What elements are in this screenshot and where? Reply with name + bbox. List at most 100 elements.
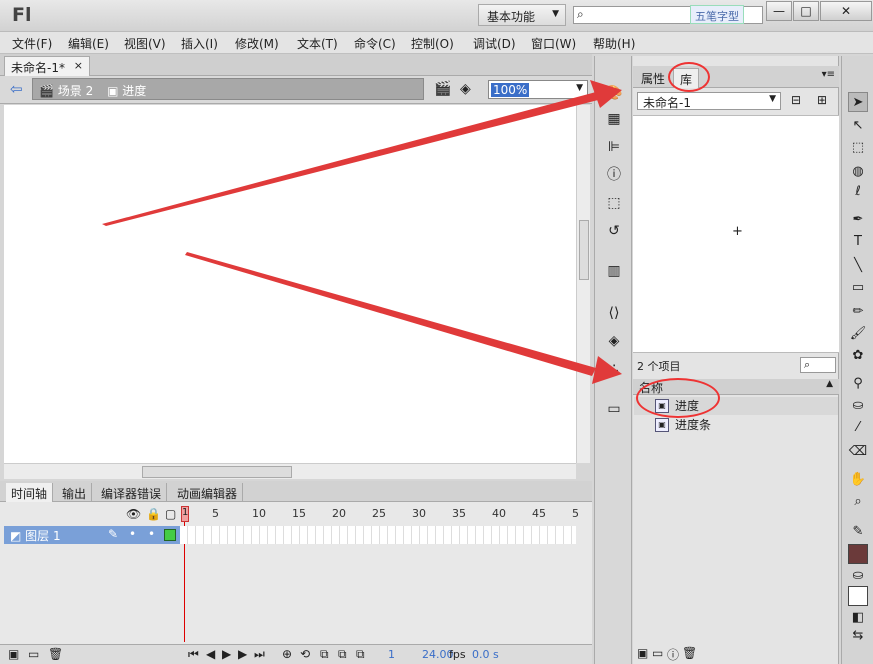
color-palette-icon[interactable]: 🎨 [605,84,623,102]
selection-tool-icon[interactable]: ➤ [848,92,868,112]
new-folder-icon[interactable]: ▭ [652,646,663,660]
menu-text[interactable]: 文本(T) [297,35,338,52]
close-icon[interactable]: × [74,59,83,72]
library-document-select[interactable]: 未命名-1 ▼ [637,92,781,110]
new-symbol-icon[interactable]: ▣ [637,646,648,660]
menu-modify[interactable]: 修改(M) [235,35,279,52]
breadcrumb-symbol[interactable]: 进度 [122,84,146,98]
paint-bucket-tool-icon[interactable]: ⛀ [848,396,868,416]
fill-color-icon[interactable]: ⛀ [848,566,868,586]
doc-tab[interactable]: 未命名-1* × [4,56,90,76]
subselection-tool-icon[interactable]: ↖ [848,116,868,136]
pen-tool-icon[interactable]: ✒ [848,210,868,230]
zoom-tool-icon[interactable]: ⌕ [848,492,868,512]
outline-icon[interactable]: ▢ [165,507,176,521]
visible-dot[interactable]: • [129,527,136,541]
library-icon[interactable]: ▥ [605,262,623,280]
library-search[interactable]: ⌕ [800,357,836,373]
eyedropper-tool-icon[interactable]: ⁄ [848,418,868,438]
menu-window[interactable]: 窗口(W) [531,35,576,52]
scroll-thumb[interactable] [142,466,292,478]
lock-icon[interactable]: 🔒 [146,507,161,521]
screen-icon[interactable]: ▭ [605,400,623,418]
free-transform-tool-icon[interactable]: ⬚ [848,138,868,158]
onion-outline-icon[interactable]: ⧉ [338,647,347,662]
tab-motion-editor[interactable]: 动画编辑器 [172,483,244,502]
menu-commands[interactable]: 命令(C) [354,35,396,52]
pin-icon[interactable]: ⊟ [791,93,801,107]
edit-scene-icon[interactable]: 🎬 [434,81,451,97]
close-button[interactable]: ✕ [820,1,872,21]
panel-menu-icon[interactable]: ▾≡ [822,69,835,80]
history-icon[interactable]: ↺ [605,222,623,240]
edit-multiple-icon[interactable]: ⧉ [356,647,365,662]
layer-row[interactable]: ◩ 图层 1 ✎ • • [4,526,180,544]
minimize-button[interactable]: — [766,1,792,21]
breadcrumb-scene[interactable]: 场景 2 [58,84,93,98]
swap-colors-icon[interactable]: ⇆ [848,626,868,646]
info-icon[interactable]: ⓘ [605,166,623,184]
rectangle-tool-icon[interactable]: ▭ [848,278,868,298]
step-back-icon[interactable]: ◀ [206,647,215,661]
playhead[interactable]: 1 [181,506,189,522]
back-arrow-icon[interactable]: ⇦ [10,80,23,98]
hand-tool-icon[interactable]: ✋ [848,470,868,490]
stage-canvas[interactable] [4,105,576,463]
menu-edit[interactable]: 编辑(E) [68,35,109,52]
tab-compiler-errors[interactable]: 编译器错误 [96,483,168,502]
components-icon[interactable]: ◈ [605,332,623,350]
loop-icon[interactable]: ⟲ [300,647,310,661]
menu-view[interactable]: 视图(V) [124,35,166,52]
align-icon[interactable]: ⊫ [605,138,623,156]
text-tool-icon[interactable]: T [848,232,868,252]
trash-icon[interactable]: 🗑 [48,647,63,661]
brush-tool-icon[interactable]: 🖌 [848,324,868,344]
properties-icon[interactable]: ⓘ [667,646,679,663]
trash-icon[interactable]: 🗑 [682,646,697,660]
edit-symbols-icon[interactable]: ◈ [460,81,471,97]
menu-debug[interactable]: 调试(D) [473,35,516,52]
menu-insert[interactable]: 插入(I) [181,35,218,52]
motion-presets-icon[interactable]: ∴ [605,360,623,378]
maximize-button[interactable]: □ [793,1,819,21]
zoom-select[interactable]: 100% ▼ [488,80,588,99]
play-icon[interactable]: ▶ [222,647,231,661]
fill-color-swatch[interactable] [848,586,868,606]
stroke-color-icon[interactable]: ✎ [848,522,868,542]
new-folder-icon[interactable]: ▭ [28,647,39,661]
library-item[interactable]: ▣ 进度条 [655,416,711,434]
center-frame-icon[interactable]: ⊕ [282,647,292,661]
tab-timeline[interactable]: 时间轴 [6,483,54,502]
line-tool-icon[interactable]: ╲ [848,256,868,276]
new-layer-icon[interactable]: ▣ [8,647,19,661]
scroll-thumb[interactable] [579,220,589,280]
pencil-tool-icon[interactable]: ✏ [848,302,868,322]
tab-output[interactable]: 输出 [57,483,93,502]
horizontal-scrollbar[interactable] [4,463,576,479]
first-frame-icon[interactable]: ⏮ [188,647,199,662]
workspace-switcher[interactable]: 基本功能 ▼ [478,4,566,26]
menu-control[interactable]: 控制(O) [411,35,454,52]
bone-tool-icon[interactable]: ⚲ [848,374,868,394]
deco-tool-icon[interactable]: ✿ [848,346,868,366]
stroke-color-swatch[interactable] [848,544,868,564]
actions-icon[interactable]: ⟨⟩ [605,304,623,322]
menu-help[interactable]: 帮助(H) [593,35,635,52]
last-frame-icon[interactable]: ⏭ [254,647,265,662]
lasso-tool-icon[interactable]: ℓ [848,182,868,202]
transform-icon[interactable]: ⬚ [605,194,623,212]
black-white-icon[interactable]: ◧ [848,608,868,628]
tab-properties[interactable]: 属性 [635,68,671,88]
eye-icon[interactable]: 👁 [126,507,141,521]
outline-color-swatch[interactable] [164,529,176,541]
eraser-tool-icon[interactable]: ⌫ [848,442,868,462]
3d-rotation-tool-icon[interactable]: ◍ [848,162,868,182]
lock-dot[interactable]: • [148,527,155,541]
frame-cells[interactable] [180,526,576,544]
vertical-scrollbar[interactable] [576,105,590,463]
new-library-icon[interactable]: ⊞ [817,93,827,107]
swatches-icon[interactable]: ▦ [605,110,623,128]
menu-file[interactable]: 文件(F) [12,35,52,52]
onion-skin-icon[interactable]: ⧉ [320,647,329,662]
step-forward-icon[interactable]: ▶ [238,647,247,661]
